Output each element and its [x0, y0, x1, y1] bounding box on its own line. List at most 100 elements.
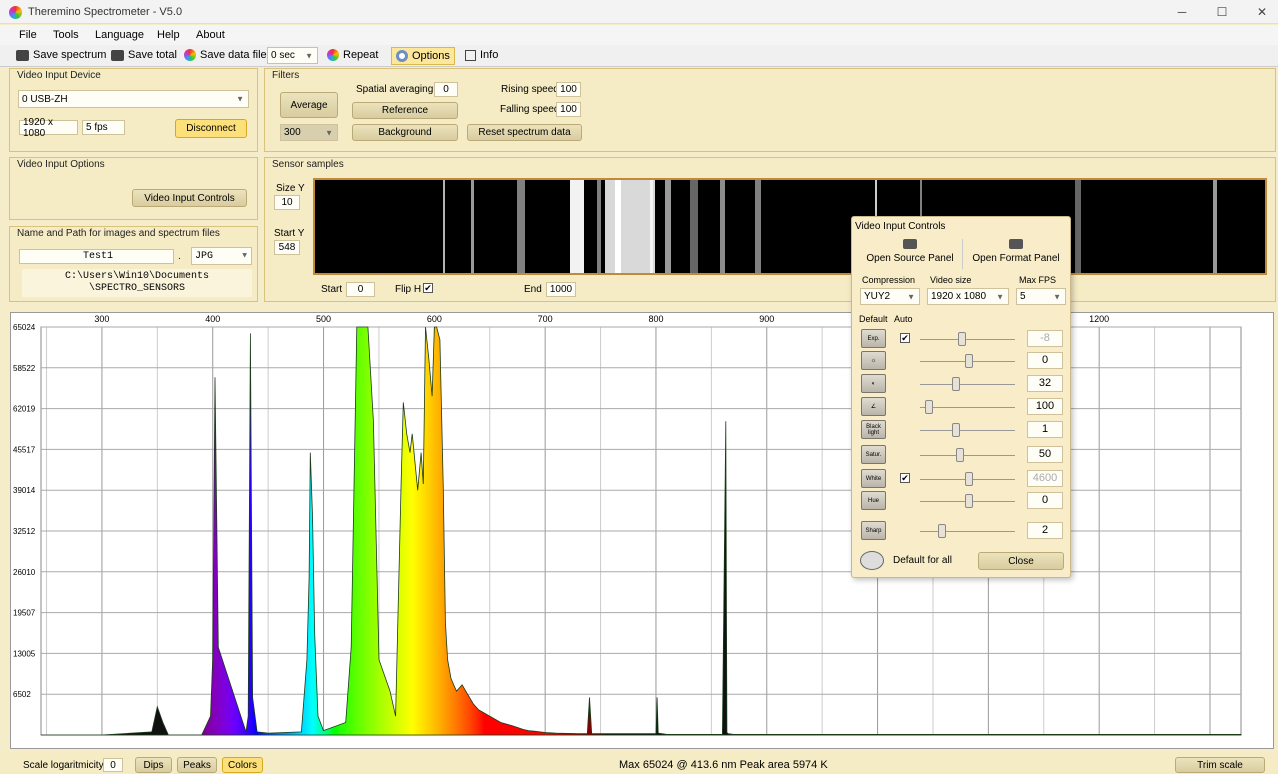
auto-label: Auto	[894, 314, 913, 324]
average-button[interactable]: Average	[280, 92, 338, 118]
status-bar: Scale logaritmicity 0 Dips Peaks Colors …	[0, 752, 1278, 774]
auto-checkbox[interactable]: ✔	[900, 333, 910, 343]
sensor-line	[650, 180, 653, 273]
slider-thumb[interactable]	[956, 448, 964, 462]
average-select[interactable]: 300 ▼	[280, 124, 338, 141]
sensor-line	[570, 180, 584, 273]
device-value: 0 USB-ZH	[22, 93, 68, 105]
size-y-input[interactable]: 10	[274, 195, 300, 210]
value-field[interactable]: 32	[1027, 375, 1063, 392]
menu-bar: File Tools Language Help About	[0, 25, 1278, 45]
start-y-input[interactable]: 548	[274, 240, 300, 255]
menu-file[interactable]: File	[19, 29, 37, 41]
peaks-button[interactable]: Peaks	[177, 757, 217, 773]
slider-thumb[interactable]	[951, 423, 960, 437]
default-label: Default	[859, 314, 888, 324]
reset-spectrum-button[interactable]: Reset spectrum data	[467, 124, 582, 141]
spatial-averaging-input[interactable]: 0	[434, 82, 458, 97]
value-field[interactable]: 100	[1027, 398, 1063, 415]
info-button[interactable]: Info	[465, 49, 498, 61]
auto-checkbox[interactable]: ✔	[900, 473, 910, 483]
open-source-panel-button[interactable]: Open Source Panel	[858, 239, 962, 269]
max-fps-select[interactable]: 5 ▼	[1016, 288, 1066, 305]
path-line-2: \SPECTRO_SENSORS	[88, 283, 185, 294]
scale-logaritmicity-input[interactable]: 0	[103, 758, 123, 772]
y-tick-label: 19507	[13, 609, 36, 618]
save-data-file-button[interactable]: Save data file	[184, 49, 267, 61]
value-field[interactable]: 0	[1027, 352, 1063, 369]
value-field[interactable]: 0	[1027, 492, 1063, 509]
slider-track[interactable]	[920, 455, 1015, 456]
value-field[interactable]: 50	[1027, 446, 1063, 463]
slider-track[interactable]	[920, 531, 1015, 532]
menu-help[interactable]: Help	[157, 29, 180, 41]
spectrum-chart[interactable]: 300 400 500 600 700 800 900 1200 6502 13005 19507…	[10, 312, 1274, 749]
path-display[interactable]: C:\Users\Win10\Documents \SPECTRO_SENSOR…	[22, 269, 252, 297]
background-button[interactable]: Background	[352, 124, 458, 141]
save-total-button[interactable]: Save total	[111, 49, 177, 61]
slider-thumb[interactable]	[938, 524, 946, 538]
default-2-button[interactable]: ◐	[861, 374, 886, 393]
default-1-button[interactable]: ☼	[861, 351, 886, 370]
open-source-panel-label: Open Source Panel	[866, 253, 954, 264]
slider-thumb[interactable]	[965, 472, 973, 486]
slider-track[interactable]	[920, 384, 1015, 385]
extension-select[interactable]: JPG ▼	[191, 247, 252, 265]
y-tick-label: 62019	[13, 405, 36, 414]
colors-button[interactable]: Colors	[222, 757, 263, 773]
default-6-button[interactable]: White	[861, 469, 886, 488]
slider-thumb[interactable]	[924, 400, 933, 414]
dips-button[interactable]: Dips	[135, 757, 172, 773]
menu-language[interactable]: Language	[95, 29, 144, 41]
menu-about[interactable]: About	[196, 29, 225, 41]
compression-label: Compression	[862, 275, 916, 285]
file-name-input[interactable]: Test1	[19, 249, 174, 264]
default-3-button[interactable]: ∠	[861, 397, 886, 416]
slider-thumb[interactable]	[965, 354, 973, 368]
slider-thumb[interactable]	[957, 332, 966, 346]
end-label: End	[524, 284, 542, 295]
options-button[interactable]: Options	[391, 47, 455, 65]
flip-h-checkbox[interactable]: ✔	[423, 283, 433, 293]
default-5-button[interactable]: Satur.	[861, 445, 886, 464]
maximize-button[interactable]: ☐	[1204, 2, 1240, 22]
slider-track[interactable]	[920, 407, 1015, 408]
save-spectrum-button[interactable]: Save spectrum	[16, 49, 106, 61]
trim-scale-button[interactable]: Trim scale	[1175, 757, 1265, 773]
camera-icon	[111, 49, 124, 61]
default-0-button[interactable]: Exp.	[861, 329, 886, 348]
end-input[interactable]: 1000	[546, 282, 576, 297]
toolbar: Save spectrum Save total Save data file …	[0, 45, 1278, 67]
device-select[interactable]: 0 USB-ZH ▼	[18, 90, 249, 108]
default-4-button[interactable]: Black light	[861, 420, 886, 439]
falling-speed-input[interactable]: 100	[556, 102, 581, 117]
slider-thumb[interactable]	[951, 377, 960, 391]
compression-select[interactable]: YUY2 ▼	[860, 288, 920, 305]
slider-track[interactable]	[920, 430, 1015, 431]
default-7-button[interactable]: Hue	[861, 491, 886, 510]
default-for-all-button[interactable]	[860, 551, 884, 570]
interval-select[interactable]: 0 sec ▼	[267, 47, 318, 64]
video-input-controls-button[interactable]: Video Input Controls	[132, 189, 247, 207]
value-field[interactable]: -8	[1027, 330, 1063, 347]
close-window-button[interactable]: ✕	[1244, 2, 1278, 22]
repeat-button[interactable]: Repeat	[327, 49, 378, 61]
value-field[interactable]: 4600	[1027, 470, 1063, 487]
slider-thumb[interactable]	[965, 494, 973, 508]
open-format-panel-button[interactable]: Open Format Panel	[966, 239, 1066, 269]
minimize-button[interactable]: ─	[1164, 2, 1200, 22]
value-field[interactable]: 2	[1027, 522, 1063, 539]
reference-button[interactable]: Reference	[352, 102, 458, 119]
rising-speed-input[interactable]: 100	[556, 82, 581, 97]
flip-h-label: Flip H	[395, 284, 422, 295]
slider-track[interactable]	[920, 339, 1015, 340]
file-path-panel: Name and Path for images and spectrum fi…	[9, 226, 258, 302]
default-8-button[interactable]: Sharp	[861, 521, 886, 540]
video-size-select[interactable]: 1920 x 1080 ▼	[927, 288, 1009, 305]
value-field[interactable]: 1	[1027, 421, 1063, 438]
interval-value: 0 sec	[271, 50, 295, 61]
start-input[interactable]: 0	[346, 282, 375, 297]
close-dialog-button[interactable]: Close	[978, 552, 1064, 570]
menu-tools[interactable]: Tools	[53, 29, 79, 41]
disconnect-button[interactable]: Disconnect	[175, 119, 247, 138]
